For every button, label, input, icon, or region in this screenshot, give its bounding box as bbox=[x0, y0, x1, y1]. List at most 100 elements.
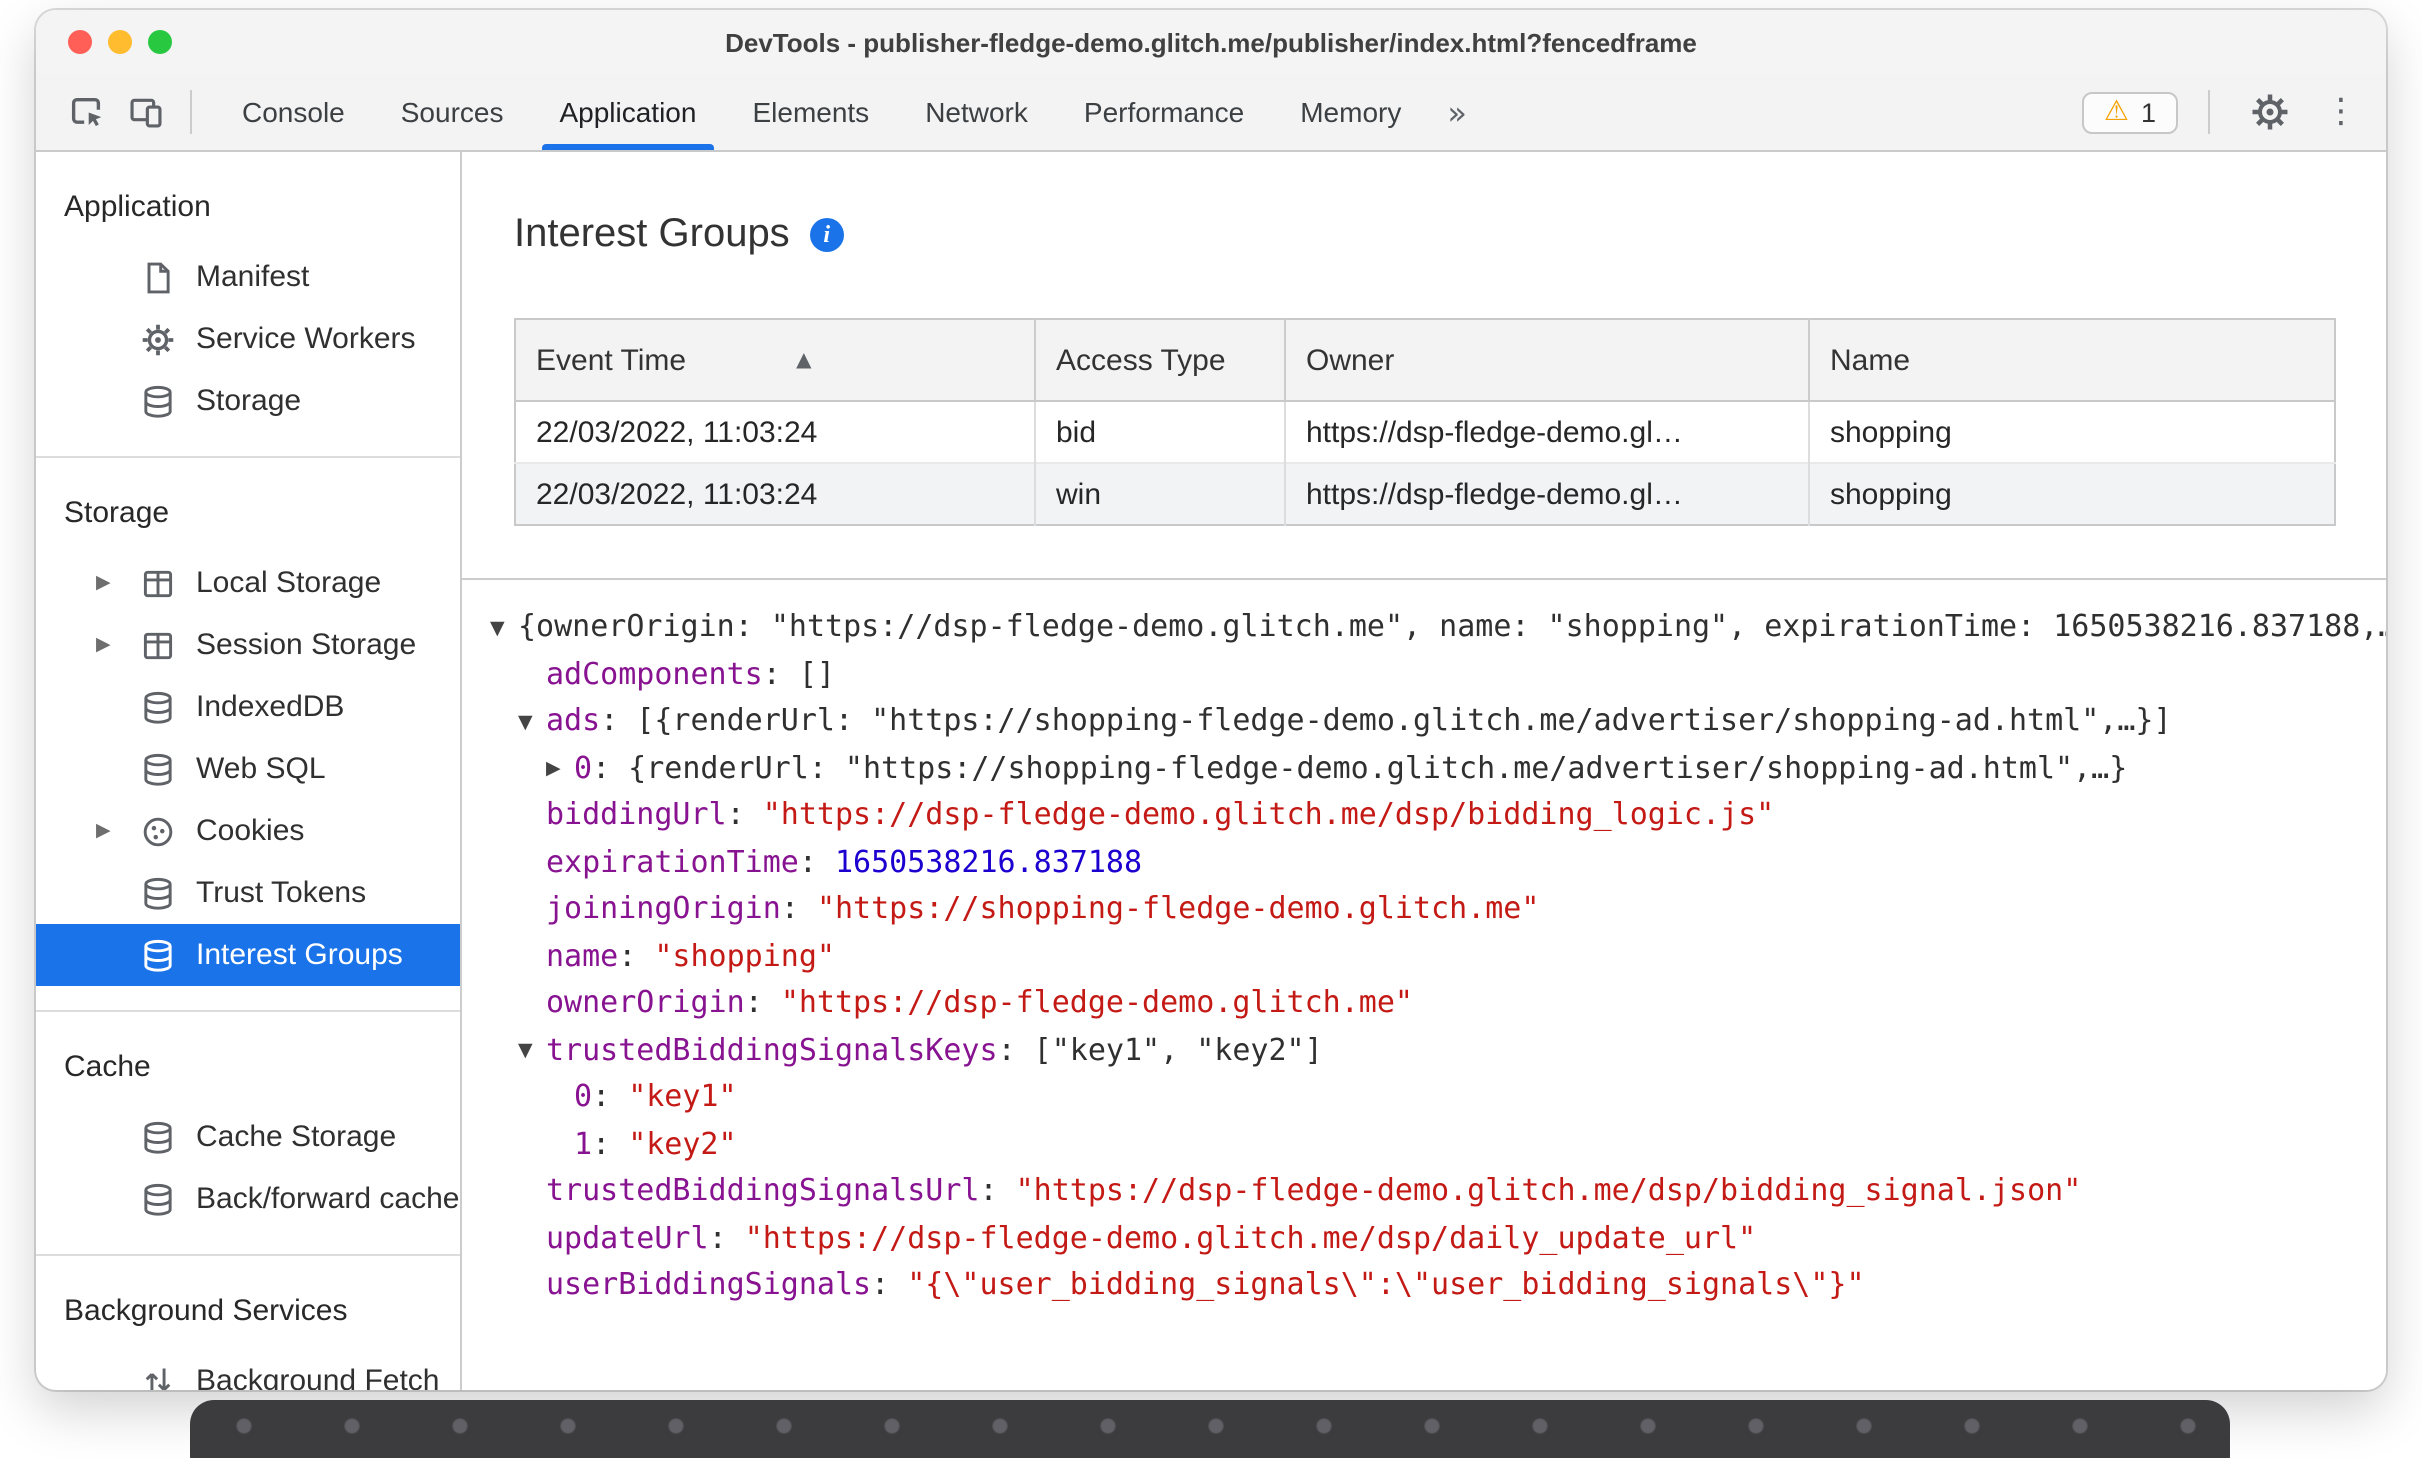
tree-segment-key: 0 bbox=[574, 749, 593, 785]
sidebar-item-background-fetch[interactable]: Background Fetch bbox=[36, 1350, 460, 1390]
sidebar-section-title: Cache bbox=[64, 1050, 151, 1084]
tree-line[interactable]: updateUrl: "https://dsp-fledge-demo.glit… bbox=[490, 1215, 2386, 1262]
sidebar-item-service-workers[interactable]: Service Workers bbox=[36, 308, 460, 370]
sidebar-item-session-storage[interactable]: ▶ Session Storage bbox=[36, 614, 460, 676]
issues-warning-badge[interactable]: ⚠ 1 bbox=[2081, 91, 2178, 133]
table-icon bbox=[140, 627, 176, 663]
tree-line[interactable]: ownerOrigin: "https://dsp-fledge-demo.gl… bbox=[490, 980, 2386, 1027]
table-row[interactable]: 22/03/2022, 11:03:24 bid https://dsp-fle… bbox=[515, 401, 2335, 463]
tree-segment-number: 1650538216.837188 bbox=[835, 843, 1143, 879]
cell-event-time: 22/03/2022, 11:03:24 bbox=[515, 462, 1036, 525]
disclosure-triangle-icon[interactable]: ▶ bbox=[96, 820, 140, 842]
sidebar-item-manifest[interactable]: Manifest bbox=[36, 246, 460, 308]
tree-segment-plain: : bbox=[708, 1219, 745, 1255]
tab-application[interactable]: Application bbox=[531, 74, 724, 150]
tree-segment-plain: : ["key1", "key2"] bbox=[997, 1031, 1323, 1067]
disclosure-triangle-icon[interactable]: ▶ bbox=[96, 634, 140, 656]
tab-network[interactable]: Network bbox=[897, 74, 1056, 150]
sidebar-item-back-forward-cache[interactable]: Back/forward cache bbox=[36, 1168, 460, 1230]
disclosure-triangle-icon[interactable]: ▶ bbox=[96, 572, 140, 594]
sidebar-item-trust-tokens[interactable]: Trust Tokens bbox=[36, 862, 460, 924]
application-sidebar: Application Manifest Service Workers Storag… bbox=[36, 152, 462, 1390]
panel-header: Interest Groups i bbox=[462, 152, 2386, 258]
tree-line[interactable]: joiningOrigin: "https://shopping-fledge-… bbox=[490, 886, 2386, 933]
tree-segment-key: adComponents bbox=[546, 655, 763, 691]
tree-segment-plain: : bbox=[744, 984, 781, 1020]
tree-segment-key: expirationTime bbox=[546, 843, 799, 879]
tab-console[interactable]: Console bbox=[214, 74, 373, 150]
sidebar-item-label: Background Fetch bbox=[196, 1364, 440, 1390]
more-tabs-button[interactable]: » bbox=[1429, 74, 1485, 150]
devtools-toolbar: Console Sources Application Elements Net… bbox=[36, 74, 2386, 152]
tree-line[interactable]: name: "shopping" bbox=[490, 933, 2386, 980]
tree-line[interactable]: biddingUrl: "https://dsp-fledge-demo.gli… bbox=[490, 792, 2386, 839]
sidebar-item-label: Web SQL bbox=[196, 752, 326, 786]
tree-segment-key: ownerOrigin bbox=[546, 984, 745, 1020]
sidebar-item-label: Session Storage bbox=[196, 628, 417, 662]
database-icon bbox=[140, 383, 176, 419]
tree-segment-key: updateUrl bbox=[546, 1219, 709, 1255]
page-title: Interest Groups bbox=[514, 212, 790, 256]
settings-button[interactable] bbox=[2240, 84, 2300, 140]
database-icon bbox=[140, 689, 176, 725]
column-header-access-type[interactable]: Access Type bbox=[1035, 319, 1286, 402]
tab-elements[interactable]: Elements bbox=[724, 74, 897, 150]
collapse-triangle-icon[interactable]: ▼ bbox=[518, 1028, 546, 1075]
sidebar-item-indexeddb[interactable]: IndexedDB bbox=[36, 676, 460, 738]
gear-icon bbox=[140, 321, 176, 357]
tree-line[interactable]: ▼ trustedBiddingSignalsKeys: ["key1", "ke… bbox=[490, 1027, 2386, 1074]
sidebar-item-interest-groups[interactable]: Interest Groups bbox=[36, 924, 460, 986]
gear-icon bbox=[2252, 94, 2288, 130]
column-header-name[interactable]: Name bbox=[1809, 319, 2335, 402]
inspect-element-button[interactable] bbox=[56, 84, 116, 140]
column-header-event-time[interactable]: Event Time ▲ bbox=[515, 319, 1036, 402]
collapse-triangle-icon[interactable]: ▼ bbox=[490, 605, 518, 652]
collapse-triangle-icon[interactable]: ▼ bbox=[518, 699, 546, 746]
tree-segment-plain: : {renderUrl: "https://shopping-fledge-d… bbox=[592, 749, 2128, 785]
column-header-label: Event Time bbox=[536, 343, 687, 377]
tab-memory[interactable]: Memory bbox=[1272, 74, 1429, 150]
more-options-kebab-button[interactable]: ⋮ bbox=[2316, 92, 2366, 132]
tree-segment-key: trustedBiddingSignalsKeys bbox=[546, 1031, 998, 1067]
tree-segment-plain: : bbox=[871, 1266, 908, 1302]
tree-segment-key: name bbox=[546, 937, 619, 973]
tree-line[interactable]: expirationTime: 1650538216.837188 bbox=[490, 839, 2386, 886]
sidebar-item-cache-storage[interactable]: Cache Storage bbox=[36, 1106, 460, 1168]
tree-segment-plain: : [] bbox=[762, 655, 835, 691]
sidebar-section-title: Background Services bbox=[64, 1294, 348, 1328]
tree-line[interactable]: 1: "key2" bbox=[490, 1121, 2386, 1168]
sidebar-item-label: Storage bbox=[196, 384, 302, 418]
sidebar-item-label: Service Workers bbox=[196, 322, 416, 356]
panel-tabs: Console Sources Application Elements Net… bbox=[214, 74, 1429, 150]
table-row[interactable]: 22/03/2022, 11:03:24 win https://dsp-fle… bbox=[515, 462, 2335, 525]
cell-name: shopping bbox=[1809, 462, 2335, 525]
dock-strip bbox=[190, 1400, 2230, 1458]
tree-segment-key: 1 bbox=[574, 1125, 593, 1161]
sidebar-item-label: Manifest bbox=[196, 260, 310, 294]
expand-triangle-icon[interactable]: ▶ bbox=[546, 746, 574, 793]
tree-line[interactable]: userBiddingSignals: "{\"user_bidding_sig… bbox=[490, 1262, 2386, 1309]
tree-segment-plain: : bbox=[798, 843, 835, 879]
sidebar-item-label: Cookies bbox=[196, 814, 305, 848]
tree-segment-string: "key1" bbox=[628, 1078, 737, 1114]
tab-sources[interactable]: Sources bbox=[373, 74, 532, 150]
tab-performance[interactable]: Performance bbox=[1056, 74, 1272, 150]
sidebar-item-storage[interactable]: Storage bbox=[36, 370, 460, 432]
info-icon[interactable]: i bbox=[809, 218, 844, 252]
column-header-owner[interactable]: Owner bbox=[1285, 319, 1810, 402]
tree-line[interactable]: trustedBiddingSignalsUrl: "https://dsp-f… bbox=[490, 1168, 2386, 1215]
tree-line[interactable]: ▼ {ownerOrigin: "https://dsp-fledge-demo.… bbox=[490, 604, 2386, 651]
sidebar-item-local-storage[interactable]: ▶ Local Storage bbox=[36, 552, 460, 614]
tree-segment-key: trustedBiddingSignalsUrl bbox=[546, 1172, 980, 1208]
tree-line[interactable]: ▶ 0: {renderUrl: "https://shopping-fledge… bbox=[490, 745, 2386, 792]
cell-access-type: bid bbox=[1035, 401, 1286, 463]
device-toolbar-button[interactable] bbox=[116, 84, 176, 140]
tree-segment-key: biddingUrl bbox=[546, 796, 727, 832]
tree-line[interactable]: ▼ ads: [{renderUrl: "https://shopping-fle… bbox=[490, 698, 2386, 745]
database-icon bbox=[140, 1119, 176, 1155]
sidebar-item-web-sql[interactable]: Web SQL bbox=[36, 738, 460, 800]
sidebar-item-cookies[interactable]: ▶ Cookies bbox=[36, 800, 460, 862]
device-toolbar-icon bbox=[130, 98, 162, 128]
tree-line[interactable]: 0: "key1" bbox=[490, 1074, 2386, 1121]
tree-line[interactable]: adComponents: [] bbox=[490, 651, 2386, 698]
